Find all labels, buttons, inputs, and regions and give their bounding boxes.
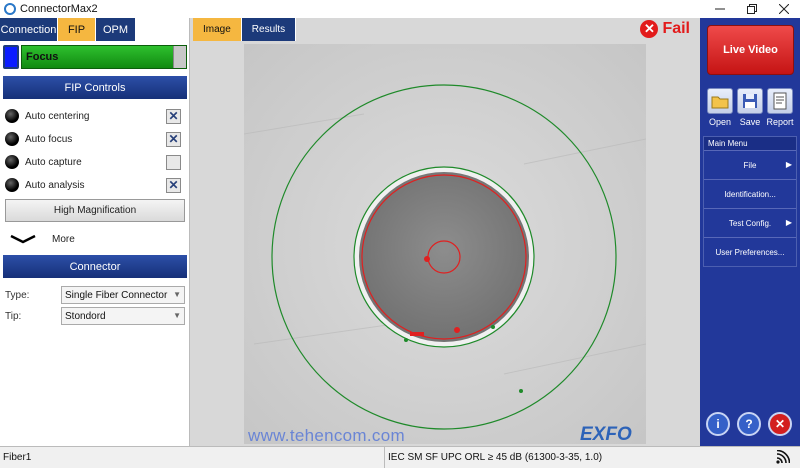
radio-icon <box>5 178 19 192</box>
exfo-logo: EXFO <box>580 424 632 445</box>
type-label: Type: <box>5 289 30 301</box>
save-label: Save <box>739 117 761 127</box>
chevron-down-icon <box>10 234 36 244</box>
menu-item-identification[interactable]: Identification... <box>704 179 796 208</box>
report-button[interactable]: Report <box>765 88 795 127</box>
fiber-name: Fiber1 <box>3 452 32 463</box>
wireless-signal-icon <box>776 450 790 464</box>
control-label: Auto analysis <box>25 179 85 191</box>
focus-indicator: Focus <box>3 45 187 69</box>
submenu-arrow-icon: ▶ <box>785 160 792 169</box>
app-icon <box>4 3 16 15</box>
tip-value: Stondord <box>65 310 106 322</box>
right-panel: Live Video Open Save Report Main Menu Fi… <box>700 18 800 446</box>
main-menu-title: Main Menu <box>704 137 796 150</box>
close-icon: ✕ <box>774 417 786 431</box>
auto-capture-checkbox[interactable] <box>166 154 181 170</box>
close-window-button[interactable] <box>768 0 800 18</box>
window-title: ConnectorMax2 <box>20 3 98 15</box>
exit-button[interactable]: ✕ <box>768 412 792 436</box>
connector-tip-row: Tip: Stondord ▼ <box>5 307 187 325</box>
connector-header: Connector <box>3 255 187 278</box>
tab-fip[interactable]: FIP <box>58 18 96 41</box>
radio-icon <box>5 155 19 169</box>
menu-item-label: File <box>743 160 757 170</box>
control-auto-capture[interactable]: Auto capture <box>5 153 183 171</box>
tab-connection[interactable]: Connection <box>0 18 58 41</box>
restore-button[interactable] <box>736 0 768 18</box>
fail-status: ✕ Fail <box>640 20 690 38</box>
open-button[interactable]: Open <box>705 88 735 127</box>
restore-icon <box>747 4 757 14</box>
dropdown-arrow-icon: ▼ <box>173 290 181 299</box>
close-icon <box>779 4 789 14</box>
focus-bar-remainder <box>173 46 186 68</box>
focus-label: Focus <box>26 51 59 63</box>
status-bar: Fiber1 IEC SM SF UPC ORL ≥ 45 dB (61300-… <box>0 446 800 468</box>
status-divider <box>384 447 385 468</box>
test-standard: IEC SM SF UPC ORL ≥ 45 dB (61300-3-35, 1… <box>388 452 603 463</box>
watermark-text: www.tehencom.com <box>248 426 405 445</box>
window-controls <box>704 0 800 18</box>
control-auto-centering[interactable]: Auto centering ✕ <box>5 107 183 125</box>
image-tabs: Image Results <box>193 18 297 41</box>
main-menu: Main Menu File ▶ Identification... Test … <box>703 136 797 267</box>
battery-icon <box>3 45 19 69</box>
control-label: Auto focus <box>25 133 73 145</box>
image-panel: Image Results ✕ Fail www.tehencom.com EX… <box>190 18 700 446</box>
info-button[interactable]: i <box>706 412 730 436</box>
menu-item-file[interactable]: File ▶ <box>704 150 796 179</box>
help-button[interactable]: ? <box>737 412 761 436</box>
more-label: More <box>52 233 75 245</box>
title-bar: ConnectorMax2 <box>0 0 800 18</box>
control-label: Auto capture <box>25 156 82 168</box>
connector-tip-select[interactable]: Stondord ▼ <box>61 307 185 325</box>
help-icon: ? <box>745 417 753 431</box>
minimize-button[interactable] <box>704 0 736 18</box>
mode-tabs: Connection FIP OPM <box>0 18 136 41</box>
fail-icon: ✕ <box>640 20 659 38</box>
menu-item-user-preferences[interactable]: User Preferences... <box>704 237 796 266</box>
tip-label: Tip: <box>5 310 22 322</box>
menu-item-label: Test Config. <box>728 218 772 228</box>
left-panel: Connection FIP OPM Focus FIP Controls Au… <box>0 18 190 446</box>
report-icon <box>767 88 793 114</box>
connector-type-select[interactable]: Single Fiber Connector ▼ <box>61 286 185 304</box>
menu-item-label: User Preferences... <box>715 247 785 257</box>
report-label: Report <box>766 117 794 127</box>
live-video-button[interactable]: Live Video <box>707 25 794 75</box>
auto-focus-checkbox[interactable]: ✕ <box>166 131 181 147</box>
bottom-actions: i ? ✕ <box>706 412 792 436</box>
dropdown-arrow-icon: ▼ <box>173 311 181 320</box>
control-auto-analysis[interactable]: Auto analysis ✕ <box>5 176 183 194</box>
open-label: Open <box>708 117 732 127</box>
radio-icon <box>5 109 19 123</box>
minimize-icon <box>715 8 725 10</box>
auto-centering-checkbox[interactable]: ✕ <box>166 108 181 124</box>
type-value: Single Fiber Connector <box>65 289 168 301</box>
info-icon: i <box>716 417 720 431</box>
tab-image[interactable]: Image <box>193 18 242 41</box>
auto-analysis-checkbox[interactable]: ✕ <box>166 177 181 193</box>
fail-label: Fail <box>662 20 690 37</box>
focus-bar: Focus <box>21 45 187 69</box>
tab-opm[interactable]: OPM <box>96 18 136 41</box>
menu-item-label: Identification... <box>724 189 776 199</box>
menu-item-test-config[interactable]: Test Config. ▶ <box>704 208 796 237</box>
more-toggle[interactable]: More <box>10 231 75 247</box>
high-magnification-button[interactable]: High Magnification <box>5 199 185 222</box>
connector-type-row: Type: Single Fiber Connector ▼ <box>5 286 187 304</box>
radio-icon <box>5 132 19 146</box>
fiber-end-face-image[interactable] <box>244 44 646 444</box>
save-button[interactable]: Save <box>735 88 765 127</box>
floppy-disk-icon <box>737 88 763 114</box>
control-label: Auto centering <box>25 110 90 122</box>
tab-results[interactable]: Results <box>241 18 297 41</box>
fip-controls-header: FIP Controls <box>3 76 187 99</box>
control-auto-focus[interactable]: Auto focus ✕ <box>5 130 183 148</box>
folder-open-icon <box>707 88 733 114</box>
submenu-arrow-icon: ▶ <box>785 218 792 227</box>
